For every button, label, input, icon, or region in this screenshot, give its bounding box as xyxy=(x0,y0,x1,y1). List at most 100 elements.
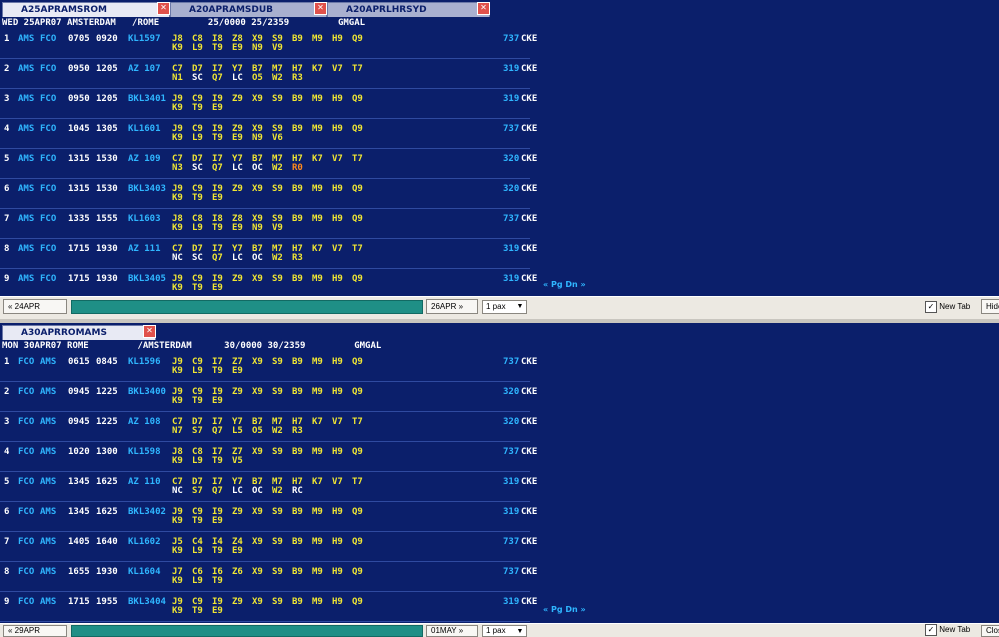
booking-class: B9 xyxy=(292,94,303,104)
next-day-button[interactable]: 26APR » xyxy=(426,299,478,314)
departure-time: 0950 xyxy=(68,64,90,74)
flight-number: KL1604 xyxy=(128,567,161,577)
equipment-code: 319 xyxy=(503,94,520,104)
eq-suffix: CKE xyxy=(521,507,538,517)
flight-row[interactable]: 5 FCO AMS 1345 1625 AZ 110 C7 D7 I7 Y7 B7 M7 H7 K7 V7 T… xyxy=(0,472,537,502)
booking-class: Q9 xyxy=(352,387,363,397)
flight-row[interactable]: 4 FCO AMS 1020 1300 KL1598 J8 C8 I7 Z7 X9 S9 B9 M9 H9 Q… xyxy=(0,442,537,472)
booking-class: K9 xyxy=(172,133,183,143)
booking-class: L9 xyxy=(192,223,203,233)
departure-time: 0705 xyxy=(68,34,90,44)
tab-a25apramsrom[interactable]: A25APRAMSROM ✕ xyxy=(2,2,170,17)
origin-code: AMS xyxy=(18,244,35,254)
new-tab-checkbox[interactable]: ✓ New Tab xyxy=(925,624,970,636)
eq-suffix: CKE xyxy=(521,34,538,44)
flight-row[interactable]: 2 FCO AMS 0945 1225 BKL3400 J9 C9 I9 Z9 X9 S9 B9 M9 H9… xyxy=(0,382,537,412)
arrival-time: 1930 xyxy=(96,567,118,577)
booking-class: LC xyxy=(232,253,243,263)
close-button[interactable]: Close xyxy=(981,625,999,637)
departure-time: 1020 xyxy=(68,447,90,457)
departure-time: 1715 xyxy=(68,597,90,607)
departure-time: 0615 xyxy=(68,357,90,367)
booking-class: E9 xyxy=(212,283,223,293)
booking-class: T9 xyxy=(212,546,223,556)
departure-time: 1715 xyxy=(68,274,90,284)
booking-class: S9 xyxy=(272,597,283,607)
prev-day-button[interactable]: « 29APR xyxy=(3,625,67,637)
hide-button[interactable]: Hide xyxy=(981,299,999,314)
page-down-link[interactable]: « Pg Dn » xyxy=(543,605,586,614)
departure-time: 0950 xyxy=(68,94,90,104)
next-day-button[interactable]: 01MAY » xyxy=(426,625,478,637)
booking-class: M9 xyxy=(312,567,323,577)
tab-a20aprlhrsyd[interactable]: A20APRLHRSYD ✕ xyxy=(327,2,490,17)
line-number: 8 xyxy=(4,567,10,577)
booking-class: Z9 xyxy=(232,507,243,517)
tab-a30aprromams[interactable]: A30APRROMAMS ✕ xyxy=(2,325,156,340)
booking-class: Z6 xyxy=(232,567,243,577)
flight-row[interactable]: 8 AMS FCO 1715 1930 AZ 111 C7 D7 I7 Y7 B7 M7 H7 K7 V7 T… xyxy=(0,239,537,269)
tab-label: A30APRROMAMS xyxy=(21,328,107,338)
flight-row[interactable]: 9 FCO AMS 1715 1955 BKL3404 J9 C9 I9 Z9 X9 S9 B9 M9 H9… xyxy=(0,592,537,622)
flight-row[interactable]: 5 AMS FCO 1315 1530 AZ 109 C7 D7 I7 Y7 B7 M7 H7 K7 V7 T… xyxy=(0,149,537,179)
booking-class: Q9 xyxy=(352,447,363,457)
flight-row[interactable]: 6 AMS FCO 1315 1530 BKL3403 J9 C9 I9 Z9 X9 S9 B9 M9 H9… xyxy=(0,179,537,209)
booking-class: Q9 xyxy=(352,34,363,44)
booking-class: X9 xyxy=(252,507,263,517)
tab-a20apramsdub[interactable]: A20APRAMSDUB ✕ xyxy=(170,2,327,17)
flight-row[interactable]: 3 FCO AMS 0945 1225 AZ 108 C7 D7 I7 Y7 B7 M7 H7 K7 V7 T… xyxy=(0,412,537,442)
close-icon[interactable]: ✕ xyxy=(143,325,156,338)
booking-class: K9 xyxy=(172,366,183,376)
flight-row[interactable]: 1 FCO AMS 0615 0845 KL1596 J9 C9 I7 Z7 X9 S9 B9 M9 H9 Q… xyxy=(0,352,537,382)
booking-class: E9 xyxy=(232,223,243,233)
departure-time: 1345 xyxy=(68,507,90,517)
booking-class: NC xyxy=(172,253,183,263)
flight-row[interactable]: 4 AMS FCO 1045 1305 KL1601 J9 C9 I9 Z9 X9 S9 B9 M9 H9 Q… xyxy=(0,119,537,149)
command-input[interactable] xyxy=(71,300,423,314)
flight-row[interactable]: 9 AMS FCO 1715 1930 BKL3405 J9 C9 I9 Z9 X9 S9 B9 M9 H9… xyxy=(0,269,537,296)
flight-number: BKL3401 xyxy=(128,94,166,104)
close-icon[interactable]: ✕ xyxy=(157,2,170,15)
destination-code: FCO xyxy=(40,64,57,74)
flight-row[interactable]: 6 FCO AMS 1345 1625 BKL3402 J9 C9 I9 Z9 X9 S9 B9 M9 H9… xyxy=(0,502,537,532)
booking-class: X9 xyxy=(252,567,263,577)
booking-class: W2 xyxy=(272,486,283,496)
line-number: 6 xyxy=(4,184,10,194)
line-number: 2 xyxy=(4,64,10,74)
arrival-time: 1530 xyxy=(96,184,118,194)
pax-select[interactable]: 1 pax ▼ xyxy=(482,625,527,637)
booking-class: V7 xyxy=(332,154,343,164)
booking-class: V9 xyxy=(272,223,283,233)
eq-suffix: CKE xyxy=(521,567,538,577)
booking-class: Q7 xyxy=(212,163,223,173)
booking-class: M9 xyxy=(312,94,323,104)
booking-class: E9 xyxy=(212,516,223,526)
prev-day-button[interactable]: « 24APR xyxy=(3,299,67,314)
flight-row[interactable]: 1 AMS FCO 0705 0920 KL1597 J8 C8 I8 Z8 X9 S9 B9 M9 H9 Q… xyxy=(0,29,537,59)
origin-code: AMS xyxy=(18,274,35,284)
flight-row[interactable]: 7 FCO AMS 1405 1640 KL1602 J5 C4 I4 Z4 X9 S9 B9 M9 H9 Q… xyxy=(0,532,537,562)
flight-row[interactable]: 3 AMS FCO 0950 1205 BKL3401 J9 C9 I9 Z9 X9 S9 B9 M9 H9… xyxy=(0,89,537,119)
bottom-nav-bar: « 29APR 01MAY » 1 pax▼ ✓ New Tab Close xyxy=(0,623,999,637)
eq-suffix: CKE xyxy=(521,357,538,367)
booking-class: OC xyxy=(252,253,263,263)
booking-class: V7 xyxy=(332,477,343,487)
destination-code: FCO xyxy=(40,184,57,194)
command-input[interactable] xyxy=(71,625,423,637)
booking-class: X9 xyxy=(252,274,263,284)
flight-row[interactable]: 2 AMS FCO 0950 1205 AZ 107 C7 D7 I7 Y7 B7 M7 H7 K7 V7 T… xyxy=(0,59,537,89)
close-icon[interactable]: ✕ xyxy=(314,2,327,15)
page-down-link[interactable]: « Pg Dn » xyxy=(543,280,586,289)
booking-class: K7 xyxy=(312,64,323,74)
close-icon[interactable]: ✕ xyxy=(477,2,490,15)
equipment-code: 320 xyxy=(503,387,520,397)
flight-row[interactable]: 7 AMS FCO 1335 1555 KL1603 J8 C8 I8 Z8 X9 S9 B9 M9 H9 Q… xyxy=(0,209,537,239)
new-tab-checkbox[interactable]: ✓ New Tab xyxy=(925,300,970,314)
booking-class: H9 xyxy=(332,124,343,134)
booking-class: T9 xyxy=(192,283,203,293)
booking-class: T9 xyxy=(212,576,223,586)
flight-row[interactable]: 8 FCO AMS 1655 1930 KL1604 J7 C6 I6 Z6 X9 S9 B9 M9 H9 Q… xyxy=(0,562,537,592)
booking-class: T9 xyxy=(212,366,223,376)
arrival-time: 1640 xyxy=(96,537,118,547)
pax-select[interactable]: 1 pax ▼ xyxy=(482,300,527,314)
